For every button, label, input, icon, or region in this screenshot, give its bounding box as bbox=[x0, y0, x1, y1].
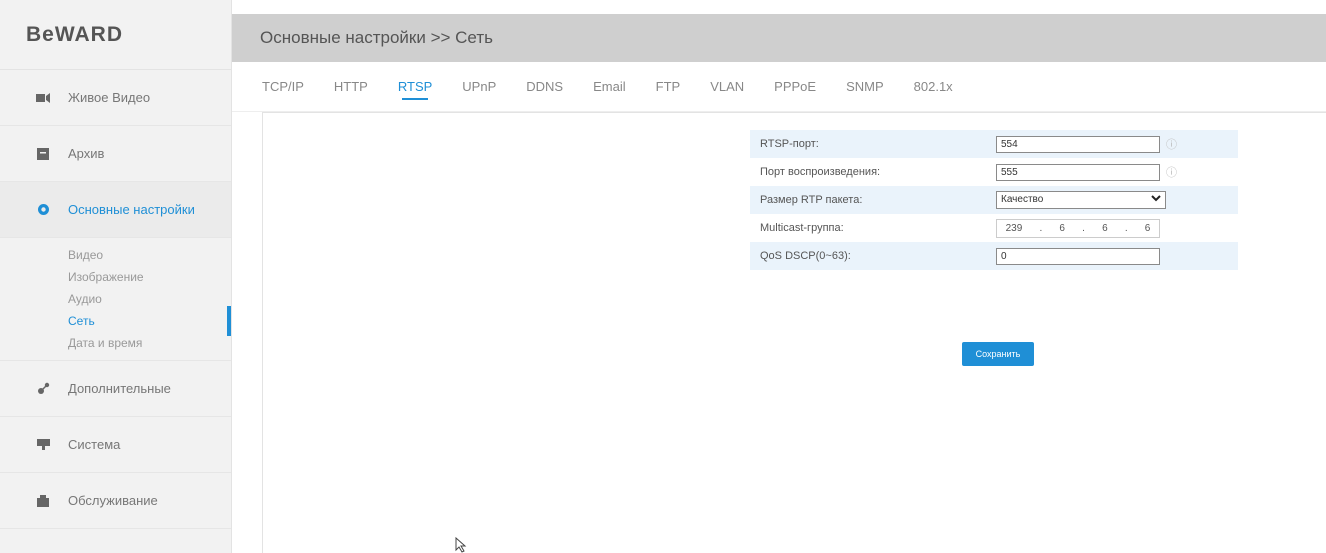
system-icon bbox=[36, 438, 50, 452]
submenu-item-video[interactable]: Видео bbox=[0, 244, 231, 266]
rtsp-port-input[interactable]: 554 bbox=[996, 135, 1160, 153]
qos-label: QoS DSCP(0~63): bbox=[760, 250, 851, 262]
sidebar-item-label: Дополнительные bbox=[68, 381, 171, 396]
ip-octet[interactable]: 239 bbox=[1006, 223, 1023, 234]
rtp-size-selected-value: Качество bbox=[1001, 194, 1044, 205]
advanced-settings-icon bbox=[36, 382, 50, 396]
qos-input[interactable]: 0 bbox=[996, 247, 1160, 265]
rtsp-port-row: RTSP-порт: 554 ⓘ bbox=[750, 130, 1238, 158]
gear-icon bbox=[36, 203, 50, 217]
sidebar-item-basic-settings[interactable]: Основные настройки bbox=[0, 182, 231, 238]
submenu-item-network[interactable]: Сеть bbox=[0, 306, 231, 336]
settings-submenu: Видео Изображение Аудио Сеть Дата и врем… bbox=[0, 238, 231, 361]
multicast-ip-input[interactable]: 239. 6. 6. 6 bbox=[996, 218, 1160, 238]
tab-8021x[interactable]: 802.1x bbox=[914, 62, 953, 112]
sidebar-item-maintenance[interactable]: Обслуживание bbox=[0, 473, 231, 529]
chevron-down-icon bbox=[1151, 192, 1161, 208]
sidebar-item-label: Архив bbox=[68, 146, 105, 161]
rtp-size-select[interactable]: Качество bbox=[996, 191, 1166, 209]
sidebar-item-archive[interactable]: Архив bbox=[0, 126, 231, 182]
info-icon[interactable]: ⓘ bbox=[1166, 164, 1186, 180]
tab-email[interactable]: Email bbox=[593, 62, 626, 112]
submenu-item-date-time[interactable]: Дата и время bbox=[0, 332, 231, 354]
video-camera-icon bbox=[36, 91, 50, 105]
tab-ftp[interactable]: FTP bbox=[656, 62, 681, 112]
submenu-item-image[interactable]: Изображение bbox=[0, 266, 231, 288]
sidebar-item-advanced[interactable]: Дополнительные bbox=[0, 361, 231, 417]
ip-octet[interactable]: 6 bbox=[1102, 223, 1108, 234]
sidebar: BeWARD Живое Видео Архив Основные настро… bbox=[0, 0, 232, 553]
multicast-label: Multicast-группа: bbox=[760, 222, 844, 234]
page-breadcrumb: Основные настройки >> Сеть bbox=[232, 14, 1326, 62]
tab-http[interactable]: HTTP bbox=[334, 62, 368, 112]
playback-port-input[interactable]: 555 bbox=[996, 163, 1160, 181]
sidebar-item-live-video[interactable]: Живое Видео bbox=[0, 70, 231, 126]
rtp-size-row: Размер RTP пакета: Качество bbox=[750, 186, 1238, 214]
info-icon[interactable]: ⓘ bbox=[1166, 136, 1186, 152]
tab-ddns[interactable]: DDNS bbox=[526, 62, 563, 112]
tab-tcpip[interactable]: TCP/IP bbox=[262, 62, 304, 112]
tab-rtsp[interactable]: RTSP bbox=[398, 62, 432, 112]
mouse-cursor-icon bbox=[455, 536, 467, 553]
sidebar-item-label: Живое Видео bbox=[68, 90, 151, 105]
tab-vlan[interactable]: VLAN bbox=[710, 62, 744, 112]
submenu-item-audio[interactable]: Аудио bbox=[0, 288, 231, 310]
qos-row: QoS DSCP(0~63): 0 bbox=[750, 242, 1238, 270]
rtsp-settings-form: RTSP-порт: 554 ⓘ Порт воспроизведения: 5… bbox=[750, 130, 1238, 270]
sidebar-item-label: Система bbox=[68, 437, 121, 452]
network-tabs: TCP/IP HTTP RTSP UPnP DDNS Email FTP VLA… bbox=[232, 62, 1326, 112]
sidebar-item-label: Обслуживание bbox=[68, 493, 158, 508]
archive-icon bbox=[36, 147, 50, 161]
playback-port-row: Порт воспроизведения: 555 ⓘ bbox=[750, 158, 1238, 186]
tab-upnp[interactable]: UPnP bbox=[462, 62, 496, 112]
maintenance-icon bbox=[36, 494, 50, 508]
rtsp-port-label: RTSP-порт: bbox=[760, 138, 819, 150]
ip-octet[interactable]: 6 bbox=[1145, 223, 1151, 234]
sidebar-item-system[interactable]: Система bbox=[0, 417, 231, 473]
rtp-size-label: Размер RTP пакета: bbox=[760, 194, 863, 206]
sidebar-item-label: Основные настройки bbox=[68, 202, 195, 217]
ip-octet[interactable]: 6 bbox=[1059, 223, 1065, 234]
save-button[interactable]: Сохранить bbox=[962, 342, 1034, 366]
tab-pppoe[interactable]: PPPoE bbox=[774, 62, 816, 112]
tab-snmp[interactable]: SNMP bbox=[846, 62, 884, 112]
multicast-row: Multicast-группа: 239. 6. 6. 6 bbox=[750, 214, 1238, 242]
brand-logo: BeWARD bbox=[0, 0, 231, 70]
playback-port-label: Порт воспроизведения: bbox=[760, 166, 881, 178]
